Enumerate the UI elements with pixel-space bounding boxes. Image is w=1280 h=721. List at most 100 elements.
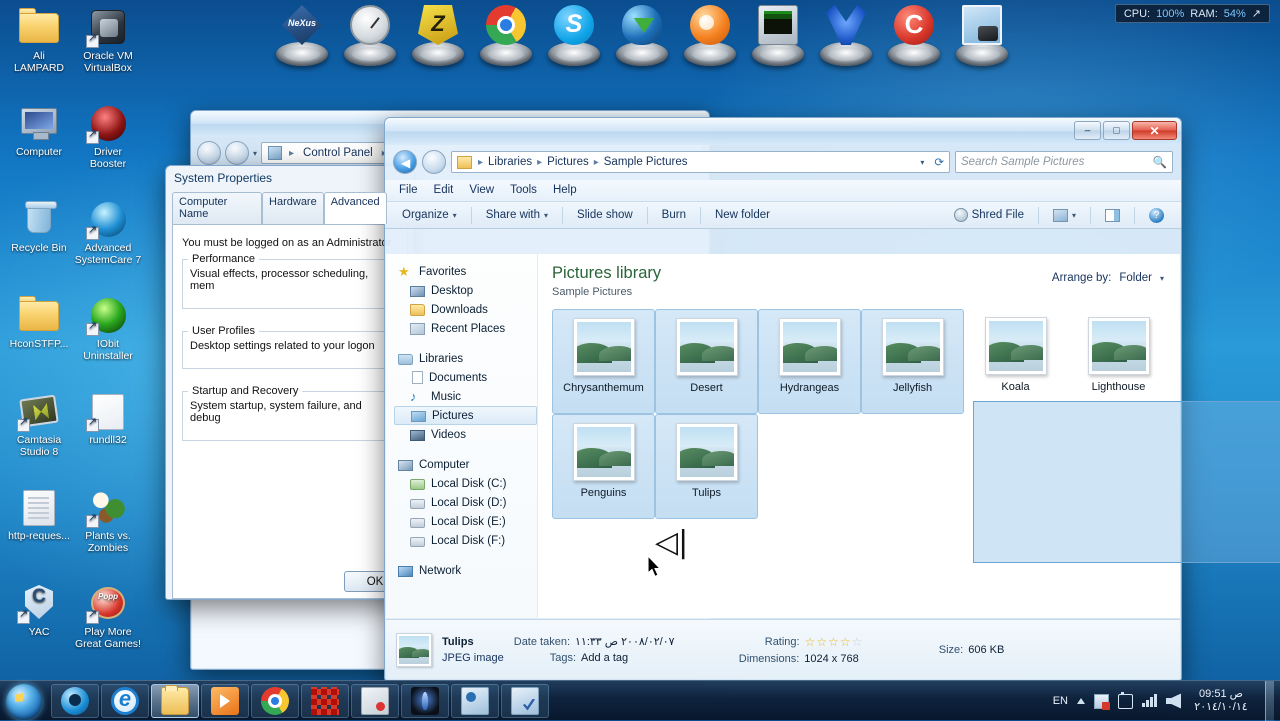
nav-item-local-disk-d[interactable]: Local Disk (D:) bbox=[396, 493, 537, 512]
desktop-icon-oracle-vm-virtualbox[interactable]: Oracle VMVirtualBox bbox=[72, 6, 144, 74]
desktop-icon-hconstfp[interactable]: HconSTFP... bbox=[3, 294, 75, 351]
desktop-icon-driver-booster[interactable]: DriverBooster bbox=[72, 102, 144, 170]
show-desktop-button[interactable] bbox=[1265, 681, 1274, 721]
forward-button[interactable] bbox=[422, 150, 446, 174]
file-item-tulips[interactable]: Tulips bbox=[655, 414, 758, 519]
volume-icon[interactable] bbox=[1166, 694, 1181, 709]
desktop-icon-iobit-uninstaller[interactable]: IObitUninstaller bbox=[72, 294, 144, 362]
close-button[interactable]: ✕ bbox=[1132, 121, 1177, 140]
menu-help[interactable]: Help bbox=[545, 182, 585, 198]
menu-view[interactable]: View bbox=[461, 182, 502, 198]
taskbar-windows-media-player[interactable] bbox=[201, 684, 249, 718]
signal-icon[interactable] bbox=[1142, 694, 1157, 709]
desktop-icon-play-more-great-games[interactable]: Play MoreGreat Games! bbox=[72, 582, 144, 650]
taskbar-grid-app[interactable] bbox=[301, 684, 349, 718]
tab-hardware[interactable]: Hardware bbox=[262, 192, 324, 224]
dock-item-ccleaner[interactable] bbox=[880, 0, 948, 70]
file-item-hydrangeas[interactable]: Hydrangeas bbox=[758, 309, 861, 414]
taskbar-advanced-systemcare[interactable] bbox=[51, 684, 99, 718]
menu-edit[interactable]: Edit bbox=[426, 182, 462, 198]
taskbar-windows-explorer[interactable] bbox=[151, 684, 199, 718]
taskbar-internet-explorer[interactable] bbox=[101, 684, 149, 718]
desktop-icon-camtasia-studio-8[interactable]: CamtasiaStudio 8 bbox=[3, 390, 75, 458]
gadget-expand-icon[interactable]: ↗ bbox=[1252, 7, 1261, 20]
taskbar-card-app[interactable] bbox=[351, 684, 399, 718]
address-dropdown-icon[interactable]: ▾ bbox=[920, 158, 924, 167]
dock-item-terminal[interactable] bbox=[744, 0, 812, 70]
nav-item-downloads[interactable]: Downloads bbox=[396, 300, 537, 319]
file-item-koala[interactable]: Koala bbox=[964, 309, 1067, 414]
rating-stars[interactable]: ☆☆☆☆☆ bbox=[805, 635, 864, 649]
breadcrumb-pictures[interactable]: Pictures bbox=[545, 156, 591, 168]
share-with-button[interactable]: Share with ▾ bbox=[476, 205, 558, 225]
language-indicator[interactable]: EN bbox=[1053, 695, 1068, 707]
back-button[interactable] bbox=[197, 141, 221, 165]
new-folder-button[interactable]: New folder bbox=[705, 205, 780, 225]
dock-item-avg[interactable] bbox=[676, 0, 744, 70]
details-rating-row[interactable]: Rating: ☆☆☆☆☆ bbox=[739, 635, 929, 649]
nav-item-local-disk-e[interactable]: Local Disk (E:) bbox=[396, 512, 537, 531]
burn-button[interactable]: Burn bbox=[652, 205, 696, 225]
network-icon[interactable] bbox=[1094, 694, 1109, 709]
nav-item-network[interactable]: Network bbox=[396, 561, 537, 580]
dock-item-clock[interactable] bbox=[336, 0, 404, 70]
file-item-lighthouse[interactable]: Lighthouse bbox=[1067, 309, 1170, 414]
arrange-by-control[interactable]: Arrange by: Folder ▾ bbox=[1052, 272, 1164, 284]
nav-item-computer[interactable]: Computer bbox=[396, 455, 537, 474]
dock-item-picture-viewer[interactable] bbox=[948, 0, 1016, 70]
start-button[interactable] bbox=[2, 682, 50, 720]
back-button[interactable]: ◀ bbox=[393, 150, 417, 174]
desktop-icon-computer[interactable]: Computer bbox=[3, 102, 75, 159]
desktop-icon-ali-lampard[interactable]: Ali LAMPARD bbox=[3, 6, 75, 74]
menu-file[interactable]: File bbox=[391, 182, 426, 198]
help-button[interactable]: ? bbox=[1139, 204, 1174, 227]
dock-item-skype[interactable] bbox=[540, 0, 608, 70]
taskbar-dark-app[interactable] bbox=[401, 684, 449, 718]
nav-item-music[interactable]: ♪ Music bbox=[396, 387, 537, 406]
dock-item-winzip[interactable] bbox=[404, 0, 472, 70]
file-item-desert[interactable]: Desert bbox=[655, 309, 758, 414]
shred-file-button[interactable]: Shred File bbox=[944, 204, 1034, 226]
recent-pages-icon[interactable]: ▾ bbox=[253, 149, 257, 158]
nav-item-libraries[interactable]: Libraries bbox=[396, 349, 537, 368]
menu-tools[interactable]: Tools bbox=[502, 182, 545, 198]
nav-item-pictures[interactable]: Pictures bbox=[394, 406, 537, 425]
nav-item-videos[interactable]: Videos bbox=[396, 425, 537, 444]
file-item-penguins[interactable]: Penguins bbox=[552, 414, 655, 519]
taskbar-control-panel[interactable] bbox=[451, 684, 499, 718]
slide-show-button[interactable]: Slide show bbox=[567, 205, 643, 225]
address-bar[interactable]: ▸ Libraries ▸ Pictures ▸ Sample Pictures… bbox=[451, 151, 950, 173]
forward-button[interactable] bbox=[225, 141, 249, 165]
details-tags-row[interactable]: Tags: Add a tag bbox=[514, 652, 729, 664]
organize-button[interactable]: Organize ▾ bbox=[392, 205, 467, 225]
dock-item-chrome[interactable] bbox=[472, 0, 540, 70]
nav-item-documents[interactable]: Documents bbox=[396, 368, 537, 387]
dock-item-malwarebytes[interactable] bbox=[812, 0, 880, 70]
cpu-ram-gadget[interactable]: CPU: 100% RAM: 54% ↗ bbox=[1115, 4, 1270, 23]
tags-value[interactable]: Add a tag bbox=[581, 652, 628, 664]
tab-advanced[interactable]: Advanced bbox=[324, 192, 387, 224]
file-item-jellyfish[interactable]: Jellyfish bbox=[861, 309, 964, 414]
file-item-chrysanthemum[interactable]: Chrysanthemum bbox=[552, 309, 655, 414]
desktop-icon-http-request[interactable]: http-reques... bbox=[3, 486, 75, 543]
search-input[interactable]: Search Sample Pictures 🔍 bbox=[955, 151, 1173, 173]
desktop-icon-recycle-bin[interactable]: Recycle Bin bbox=[3, 198, 75, 255]
dock-item-nexus[interactable] bbox=[268, 0, 336, 70]
clock[interactable]: ص 09:51 ٢٠١٤/١٠/١٤ bbox=[1190, 688, 1252, 714]
taskbar-chrome[interactable] bbox=[251, 684, 299, 718]
desktop-icon-advanced-systemcare-7[interactable]: AdvancedSystemCare 7 bbox=[72, 198, 144, 266]
nav-item-desktop[interactable]: Desktop bbox=[396, 281, 537, 300]
dock-item-idm[interactable] bbox=[608, 0, 676, 70]
change-view-button[interactable]: ▾ bbox=[1043, 205, 1086, 226]
show-hidden-icons-button[interactable] bbox=[1077, 698, 1085, 704]
tab-computer-name[interactable]: Computer Name bbox=[172, 192, 262, 224]
desktop-icon-rundll32[interactable]: rundll32 bbox=[72, 390, 144, 447]
breadcrumb-sample-pictures[interactable]: Sample Pictures bbox=[602, 156, 690, 168]
desktop-icon-yac[interactable]: YAC bbox=[3, 582, 75, 639]
explorer-titlebar[interactable]: – □ ✕ bbox=[385, 118, 1181, 145]
breadcrumb-control-panel[interactable]: Control Panel bbox=[301, 147, 375, 159]
breadcrumb-libraries[interactable]: Libraries bbox=[486, 156, 534, 168]
windows-explorer-window[interactable]: – □ ✕ ◀ ▸ Libraries ▸ Pictures ▸ Sample … bbox=[384, 117, 1182, 681]
nav-item-recent-places[interactable]: Recent Places bbox=[396, 319, 537, 338]
maximize-button[interactable]: □ bbox=[1103, 121, 1130, 140]
